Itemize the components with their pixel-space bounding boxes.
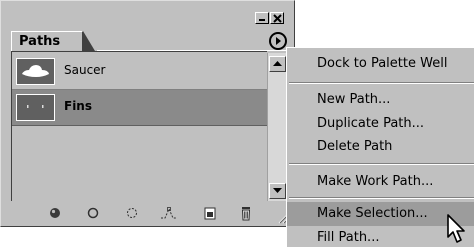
- path-toolbar: [11, 201, 287, 225]
- mouse-pointer-icon: [446, 213, 468, 249]
- vertical-scrollbar[interactable]: [267, 53, 286, 201]
- saucer-shape-thumbnail: [16, 58, 55, 85]
- menu-item-duplicate-path[interactable]: Duplicate Path...: [287, 112, 474, 136]
- palette-menu-arrow-icon[interactable]: [269, 32, 287, 50]
- make-work-path-icon[interactable]: [159, 204, 179, 222]
- tab-paths[interactable]: Paths: [11, 31, 95, 51]
- new-path-icon[interactable]: [200, 204, 220, 222]
- list-item-fins[interactable]: Fins: [12, 90, 267, 126]
- menu-item-new-path[interactable]: New Path...: [287, 88, 474, 112]
- path-name-fins: Fins: [64, 99, 92, 113]
- load-path-as-selection-icon[interactable]: [122, 204, 142, 222]
- list-item-saucer[interactable]: Saucer: [12, 54, 267, 90]
- menu-item-delete-path[interactable]: Delete Path: [287, 135, 474, 159]
- close-icon[interactable]: [270, 12, 284, 24]
- fill-path-icon[interactable]: [45, 204, 65, 222]
- palette-title-bar[interactable]: [1, 1, 294, 28]
- fins-dots-thumbnail: [16, 94, 55, 121]
- menu-separator: [289, 197, 474, 199]
- scroll-down-icon[interactable]: [269, 183, 286, 199]
- stroke-path-icon[interactable]: [83, 204, 103, 222]
- menu-separator: [289, 82, 474, 84]
- menu-item-make-work-path[interactable]: Make Work Path...: [287, 170, 474, 194]
- menu-item-dock-to-palette-well[interactable]: Dock to Palette Well: [287, 52, 474, 76]
- scroll-up-icon[interactable]: [269, 56, 286, 72]
- path-name-saucer: Saucer: [64, 63, 106, 77]
- minimize-icon[interactable]: [255, 12, 269, 24]
- path-list: Saucer Fins: [11, 51, 267, 201]
- delete-path-icon[interactable]: [236, 204, 256, 222]
- menu-separator: [289, 163, 474, 165]
- paths-palette: Paths Saucer Fins: [0, 0, 295, 227]
